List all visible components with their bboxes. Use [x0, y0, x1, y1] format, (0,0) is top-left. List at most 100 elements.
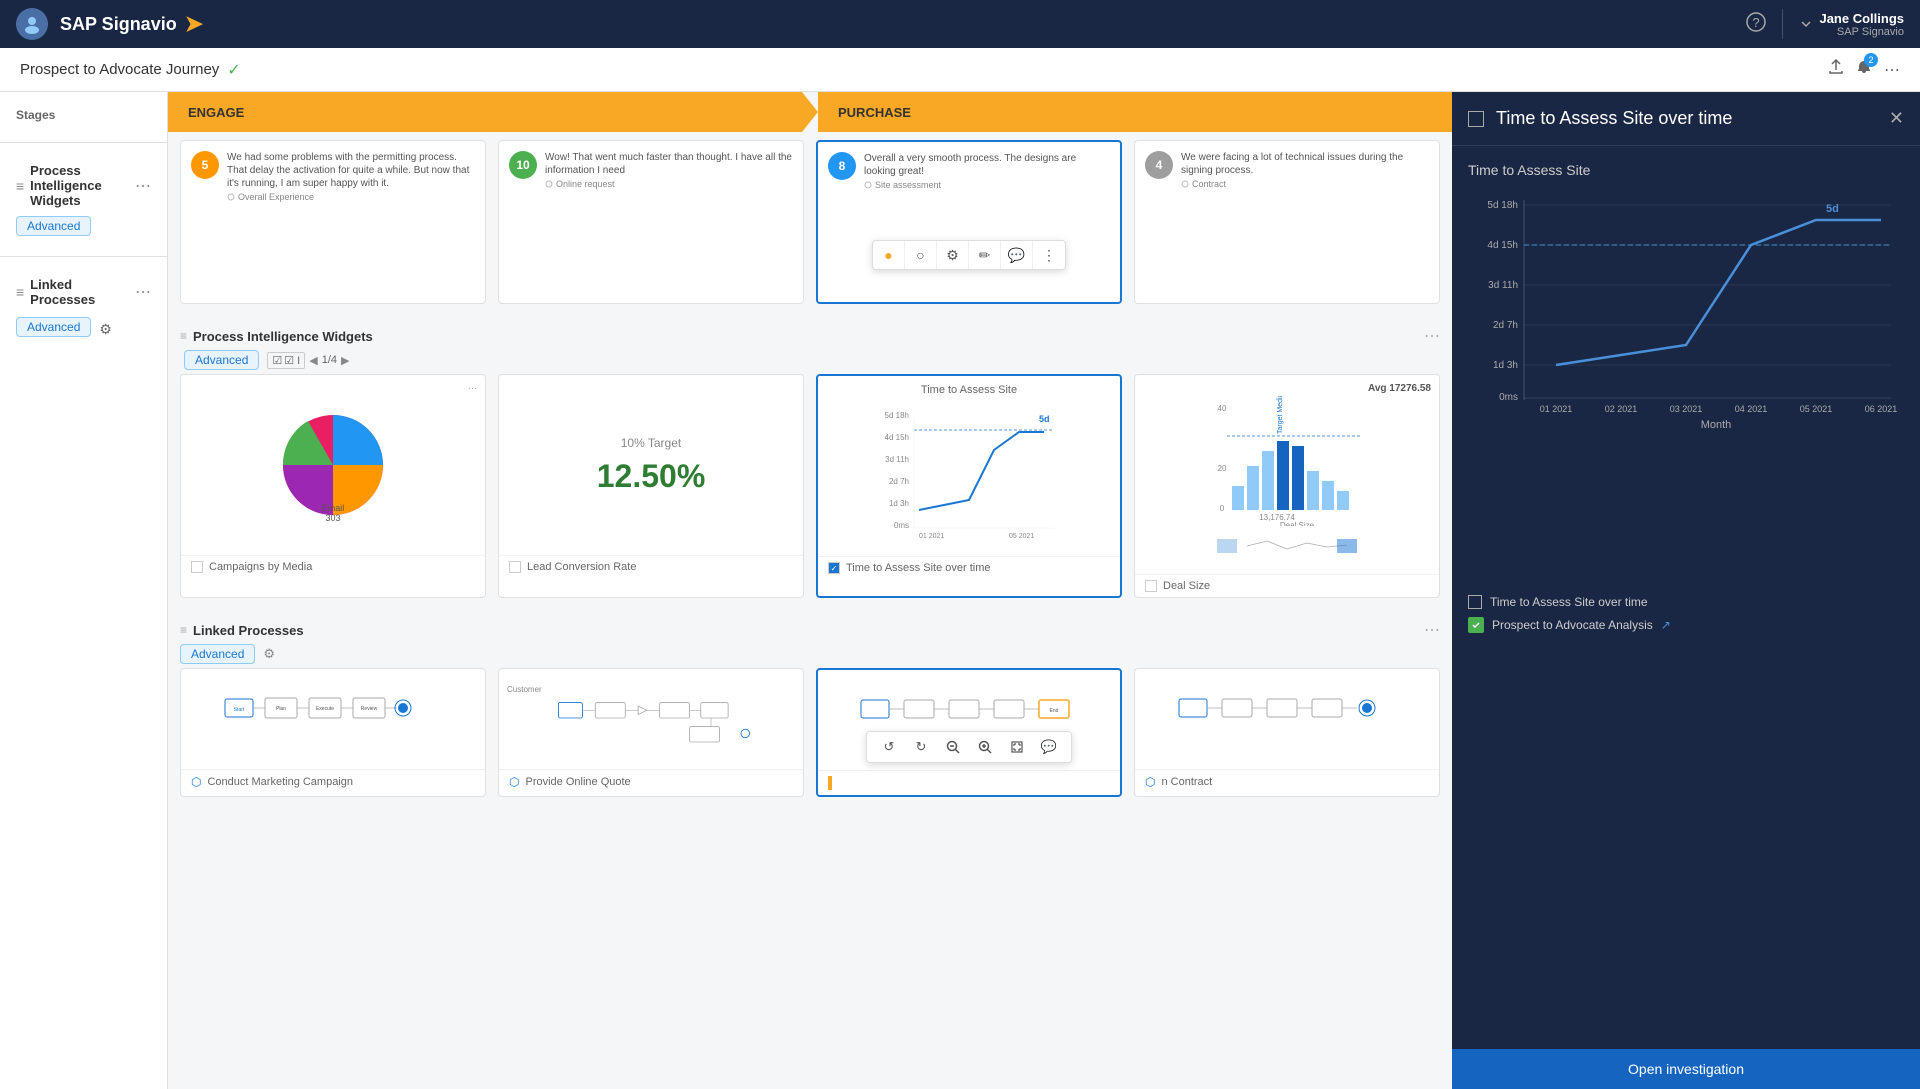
- linked-drag-handle-icon: ≡: [16, 284, 24, 300]
- help-icon[interactable]: ?: [1746, 12, 1766, 37]
- avg-label: Avg 17276.58: [1143, 383, 1431, 394]
- deal-size-card: Avg 17276.58 40 20 0: [1134, 374, 1440, 598]
- chevron-down-icon: [1799, 17, 1813, 31]
- svg-text:Deal Size: Deal Size: [1280, 521, 1315, 526]
- redo-btn[interactable]: ↻: [907, 735, 935, 759]
- pie-chart: Email303: [273, 405, 393, 525]
- time-assess-line-chart: 5d 18h 4d 15h 3d 11h 2d 7h 1d 3h 0ms 5d: [826, 400, 1112, 540]
- deal-size-footer: Deal Size: [1135, 574, 1439, 597]
- svg-text:06 2021: 06 2021: [1865, 404, 1898, 414]
- conduct-marketing-footer: ⬡ Conduct Marketing Campaign: [181, 769, 485, 794]
- linked-process-3-card: End ↺ ↻ 💬: [816, 668, 1122, 797]
- linked-process-row: Start Plan Execute Review: [168, 668, 1452, 809]
- notification-badge: 2: [1864, 53, 1878, 67]
- pagination: ☑ ☑ I ◀ 1/4 ▶: [267, 352, 349, 369]
- drag-handle-icon: ≡: [16, 178, 24, 194]
- linked-section-menu-icon[interactable]: ⋯: [135, 282, 151, 302]
- svg-text:End: End: [1050, 708, 1059, 714]
- feedback-score-4: 4: [1145, 151, 1173, 179]
- lead-conversion-card: 10% Target 12.50% Lead Conversion Rate: [498, 374, 804, 598]
- svg-text:5d: 5d: [1826, 203, 1839, 215]
- pi-advanced-badge-main[interactable]: Advanced: [184, 350, 259, 370]
- toolbar-circle-btn[interactable]: ●: [873, 241, 905, 269]
- feedback-card-4: 4 We were facing a lot of technical issu…: [1134, 140, 1440, 304]
- lead-checkbox[interactable]: [509, 561, 521, 573]
- card-more-icon[interactable]: ⋯: [468, 383, 477, 394]
- verified-icon: ✓: [227, 60, 240, 80]
- deal-size-checkbox[interactable]: [1145, 580, 1157, 592]
- linked-gear-icon[interactable]: ⚙: [99, 321, 112, 338]
- svg-text:5d 18h: 5d 18h: [1487, 200, 1518, 211]
- sign-contract-card: ⬡ n Contract: [1134, 668, 1440, 797]
- kpi-target: 10% Target: [621, 436, 682, 450]
- panel-title: Time to Assess Site over time: [1496, 108, 1877, 129]
- panel-close-btn[interactable]: ✕: [1889, 108, 1904, 129]
- linked-section-header-row: ≡ Linked Processes ⋯: [168, 610, 1452, 644]
- lead-conversion-footer: Lead Conversion Rate: [499, 555, 803, 578]
- svg-text:01 2021: 01 2021: [1540, 404, 1573, 414]
- legend-checkbox-1[interactable]: [1468, 595, 1482, 609]
- pi-section-more-icon[interactable]: ⋯: [1424, 326, 1440, 346]
- svg-text:2d 7h: 2d 7h: [889, 477, 909, 486]
- next-page-btn[interactable]: ▶: [341, 354, 349, 367]
- feedback-score-5: 5: [191, 151, 219, 179]
- linked-gear-icon-main[interactable]: ⚙: [263, 646, 275, 662]
- feedback-score-10: 10: [509, 151, 537, 179]
- campaigns-checkbox[interactable]: [191, 561, 203, 573]
- svg-text:Plan: Plan: [276, 706, 286, 712]
- pi-section-title-main: Process Intelligence Widgets: [193, 329, 1418, 344]
- pi-widgets-section: ≡ ProcessIntelligenceWidgets ⋯ Advanced: [0, 151, 167, 248]
- share-icon[interactable]: [1828, 59, 1844, 80]
- legend-color-2: [1468, 617, 1484, 633]
- feedback-card-1: 5 We had some problems with the permitti…: [180, 140, 486, 304]
- more-icon[interactable]: ⋯: [1884, 60, 1900, 80]
- stage-engage[interactable]: ENGAGE: [168, 92, 802, 132]
- main-layout: Stages ≡ ProcessIntelligenceWidgets ⋯ Ad…: [0, 92, 1920, 1089]
- panel-checkbox[interactable]: [1468, 111, 1484, 127]
- time-assess-card: Time to Assess Site 5d 18h 4d 15h 3d 11h…: [816, 374, 1122, 598]
- conduct-marketing-card: Start Plan Execute Review: [180, 668, 486, 797]
- pi-section-menu-icon[interactable]: ⋯: [135, 176, 151, 196]
- user-info: Jane Collings SAP Signavio: [1819, 11, 1904, 38]
- deal-size-sparkline: [1143, 531, 1431, 561]
- pi-advanced-badge[interactable]: Advanced: [16, 216, 91, 236]
- customer-label: Customer: [507, 685, 542, 694]
- external-link-icon[interactable]: ↗: [1661, 618, 1671, 632]
- zoom-in-btn[interactable]: [971, 735, 999, 759]
- open-investigation-btn[interactable]: Open investigation: [1452, 1049, 1920, 1089]
- sign-contract-diagram: [1143, 684, 1431, 754]
- toolbar-settings-btn[interactable]: ⚙: [937, 241, 969, 269]
- fit-btn[interactable]: [1003, 735, 1031, 759]
- linked-advanced-badge-main[interactable]: Advanced: [180, 644, 255, 664]
- zoom-out-btn[interactable]: [939, 735, 967, 759]
- notification-icon[interactable]: 2: [1856, 59, 1872, 80]
- check-icon: ☑: [272, 354, 282, 367]
- toolbar-edit-btn[interactable]: ✏: [969, 241, 1001, 269]
- linked-3-toolbar: ↺ ↻ 💬: [866, 731, 1072, 763]
- panel-header: Time to Assess Site over time ✕: [1452, 92, 1920, 146]
- time-assess-checkbox[interactable]: ✓: [828, 562, 840, 574]
- provide-online-quote-card: Customer: [498, 668, 804, 797]
- linked-advanced-badge[interactable]: Advanced: [16, 317, 91, 337]
- svg-text:5d 18h: 5d 18h: [885, 411, 909, 420]
- svg-text:1d 3h: 1d 3h: [1493, 360, 1518, 371]
- time-assess-footer: ✓ Time to Assess Site over time: [818, 556, 1120, 579]
- panel-chart-title: Time to Assess Site: [1468, 162, 1904, 178]
- toolbar-more-btn[interactable]: ⋮: [1033, 241, 1065, 269]
- stages-header: ENGAGE PURCHASE: [168, 92, 1452, 132]
- undo-btn[interactable]: ↺: [875, 735, 903, 759]
- prev-page-btn[interactable]: ◀: [309, 354, 317, 367]
- svg-text:Month: Month: [1701, 419, 1732, 431]
- comment-toolbar-btn[interactable]: 💬: [1035, 735, 1063, 759]
- svg-text:05 2021: 05 2021: [1009, 533, 1034, 540]
- linked-processes-section: ≡ Linked Processes ⋯ Advanced ⚙: [0, 265, 167, 350]
- stage-purchase[interactable]: PURCHASE: [818, 92, 1452, 132]
- card-toolbar: ● ○ ⚙ ✏ 💬 ⋮: [872, 240, 1066, 270]
- svg-text:Execute: Execute: [316, 706, 334, 712]
- linked-section-title-main: Linked Processes: [193, 623, 1418, 638]
- toolbar-comment-btn[interactable]: 💬: [1001, 241, 1033, 269]
- linked-section-more-icon[interactable]: ⋯: [1424, 620, 1440, 640]
- svg-text:3d 11h: 3d 11h: [885, 455, 909, 464]
- toolbar-empty-btn[interactable]: ○: [905, 241, 937, 269]
- linked-3-bar: [828, 776, 832, 790]
